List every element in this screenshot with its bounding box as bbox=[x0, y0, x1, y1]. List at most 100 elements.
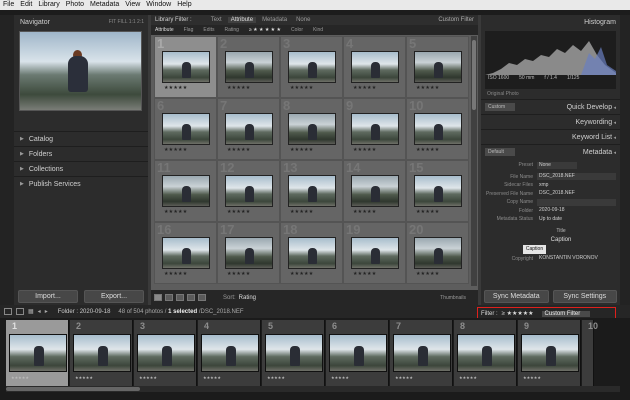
back-arrow-icon[interactable]: ◂ bbox=[38, 308, 41, 315]
panel-folders[interactable]: ▶ Folders bbox=[14, 146, 148, 161]
panel-catalog[interactable]: ▶ Catalog bbox=[14, 131, 148, 146]
filmstrip-cell[interactable]: 1 ★★★★★ bbox=[6, 320, 69, 386]
star-rating[interactable]: ★★★★★ bbox=[416, 271, 439, 277]
star-rating[interactable]: ★★★★★ bbox=[290, 147, 313, 153]
thumbnail-image[interactable] bbox=[288, 51, 336, 83]
tab-attribute[interactable]: Attribute bbox=[227, 17, 257, 23]
star-rating[interactable]: ★★★★★ bbox=[164, 271, 187, 277]
custom-filter-select[interactable]: Custom Filter bbox=[438, 17, 474, 23]
thumbnail-image[interactable] bbox=[225, 175, 273, 207]
star-rating[interactable]: ★★★★★ bbox=[416, 147, 439, 153]
filmstrip-cell[interactable]: 6 ★★★★★ bbox=[326, 320, 389, 386]
filmstrip-cell[interactable]: 8 ★★★★★ bbox=[454, 320, 517, 386]
filmstrip-cell[interactable]: 3 ★★★★★ bbox=[134, 320, 197, 386]
thumbnail-image[interactable] bbox=[288, 175, 336, 207]
menu-window[interactable]: Window bbox=[146, 0, 171, 10]
thumbnail-image[interactable] bbox=[351, 113, 399, 145]
histogram-header[interactable]: Histogram bbox=[481, 15, 620, 29]
star-rating[interactable]: ★★★★★ bbox=[416, 209, 439, 215]
star-rating[interactable]: ★★★★★ bbox=[353, 209, 376, 215]
thumbnail-image[interactable] bbox=[162, 175, 210, 207]
thumbnails-slider[interactable]: Thumbnails bbox=[440, 295, 466, 301]
thumbnail-image[interactable] bbox=[351, 175, 399, 207]
star-rating[interactable]: ★★★★★ bbox=[227, 85, 250, 91]
metadata-header[interactable]: Default Metadata bbox=[481, 144, 620, 159]
star-rating[interactable]: ★★★★★ bbox=[416, 85, 439, 91]
grid-cell[interactable]: 12 ★★★★★ bbox=[217, 160, 280, 222]
grid-icon[interactable]: ▦ bbox=[28, 308, 34, 315]
filmstrip-cell[interactable]: 7 ★★★★★ bbox=[390, 320, 453, 386]
grid-cell[interactable]: 13 ★★★★★ bbox=[280, 160, 343, 222]
grid-cell[interactable]: 16 ★★★★★ bbox=[154, 222, 217, 284]
filmstrip-thumbnail[interactable] bbox=[393, 334, 451, 372]
export-button[interactable]: Export... bbox=[84, 290, 144, 303]
star-rating[interactable]: ★★★★★ bbox=[164, 209, 187, 215]
thumbnail-image[interactable] bbox=[288, 113, 336, 145]
grid-view-icon[interactable] bbox=[154, 294, 162, 301]
survey-view-icon[interactable] bbox=[187, 294, 195, 301]
menu-help[interactable]: Help bbox=[177, 0, 191, 10]
navigator-preview[interactable] bbox=[19, 31, 142, 111]
filmstrip-scroll-thumb[interactable] bbox=[6, 387, 140, 391]
grid-cell[interactable]: 18 ★★★★★ bbox=[280, 222, 343, 284]
thumbnail-image[interactable] bbox=[351, 51, 399, 83]
menu-metadata[interactable]: Metadata bbox=[90, 0, 119, 10]
menu-view[interactable]: View bbox=[125, 0, 140, 10]
filmstrip-thumbnail[interactable] bbox=[265, 334, 323, 372]
copy-name-field[interactable] bbox=[537, 198, 616, 206]
thumbnail-image[interactable] bbox=[288, 237, 336, 269]
star-rating[interactable]: ★★★★★ bbox=[227, 209, 250, 215]
keywording-header[interactable]: Keywording bbox=[481, 114, 620, 129]
thumbnail-image[interactable] bbox=[414, 175, 462, 207]
star-rating[interactable]: ★★★★★ bbox=[227, 271, 250, 277]
filter-stars[interactable]: ≥ ★★★★★ bbox=[502, 310, 534, 317]
star-rating[interactable]: ★★★★★ bbox=[164, 147, 187, 153]
thumbnail-image[interactable] bbox=[162, 51, 210, 83]
grid-cell[interactable]: 20 ★★★★★ bbox=[406, 222, 469, 284]
panel-collections[interactable]: ▶ Collections bbox=[14, 161, 148, 176]
menu-edit[interactable]: Edit bbox=[20, 0, 32, 10]
menu-file[interactable]: File bbox=[3, 0, 14, 10]
thumbnail-image[interactable] bbox=[225, 51, 273, 83]
compare-view-icon[interactable] bbox=[176, 294, 184, 301]
grid-cell[interactable]: 9 ★★★★★ bbox=[343, 98, 406, 160]
preset-select[interactable]: None bbox=[537, 161, 577, 169]
quick-develop-preset[interactable]: Custom bbox=[485, 103, 515, 111]
filmstrip-cell[interactable]: 5 ★★★★★ bbox=[262, 320, 325, 386]
star-rating[interactable]: ★★★★★ bbox=[290, 85, 313, 91]
quick-develop-header[interactable]: Custom Quick Develop bbox=[481, 99, 620, 114]
filmstrip-cell[interactable]: 10 bbox=[582, 320, 598, 386]
thumbnail-image[interactable] bbox=[225, 237, 273, 269]
star-rating[interactable]: ★★★★★ bbox=[353, 271, 376, 277]
loupe-view-icon[interactable] bbox=[165, 294, 173, 301]
menu-library[interactable]: Library bbox=[38, 0, 59, 10]
keyword-list-header[interactable]: Keyword List bbox=[481, 129, 620, 144]
grid-cell[interactable]: 2 ★★★★★ bbox=[217, 36, 280, 98]
rating-stars-filter[interactable]: ≥ ★ ★ ★ ★ ★ bbox=[249, 27, 281, 33]
flag-filter[interactable]: Flag bbox=[184, 27, 194, 33]
grid-cell[interactable]: 19 ★★★★★ bbox=[343, 222, 406, 284]
star-rating[interactable]: ★★★★★ bbox=[227, 147, 250, 153]
filter-select[interactable]: Custom Filter bbox=[541, 310, 591, 317]
grid-cell[interactable]: 7 ★★★★★ bbox=[217, 98, 280, 160]
file-name-field[interactable]: DSC_2018.NEF bbox=[537, 173, 616, 181]
grid-cell[interactable]: 5 ★★★★★ bbox=[406, 36, 469, 98]
grid-cell[interactable]: 3 ★★★★★ bbox=[280, 36, 343, 98]
thumbnail-image[interactable] bbox=[414, 51, 462, 83]
thumbnail-image[interactable] bbox=[162, 237, 210, 269]
star-rating[interactable]: ★★★★★ bbox=[353, 85, 376, 91]
metadata-preset-select[interactable]: Default bbox=[485, 148, 515, 156]
kind-filter[interactable]: Kind bbox=[313, 27, 323, 33]
panel-publish-services[interactable]: ▶ Publish Services bbox=[14, 176, 148, 191]
filmstrip-cell[interactable]: 9 ★★★★★ bbox=[518, 320, 581, 386]
import-button[interactable]: Import... bbox=[18, 290, 78, 303]
thumbnail-image[interactable] bbox=[162, 113, 210, 145]
grid-scrollbar[interactable] bbox=[471, 36, 477, 286]
thumbnail-image[interactable] bbox=[351, 237, 399, 269]
filmstrip-thumbnail[interactable] bbox=[73, 334, 131, 372]
thumbnail-image[interactable] bbox=[225, 113, 273, 145]
star-rating[interactable]: ★★★★★ bbox=[353, 147, 376, 153]
navigator-header[interactable]: Navigator FIT FILL 1:1 2:1 bbox=[14, 15, 148, 29]
scroll-thumb[interactable] bbox=[472, 40, 476, 110]
color-filter[interactable]: Color bbox=[291, 27, 303, 33]
